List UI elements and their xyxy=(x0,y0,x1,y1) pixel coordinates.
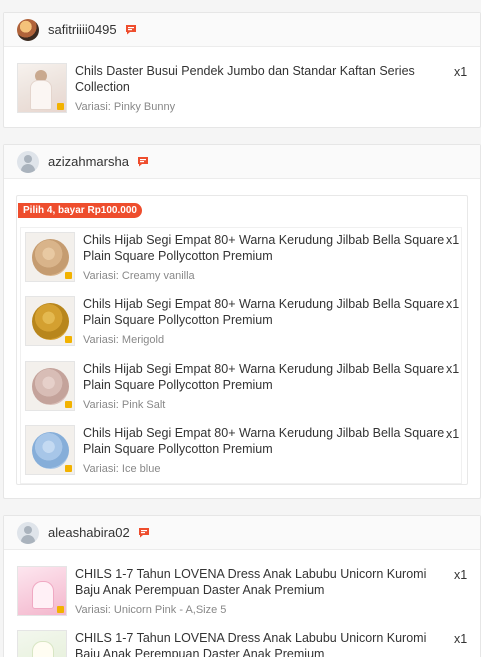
item-title[interactable]: CHILS 1-7 Tahun LOVENA Dress Anak Labubu… xyxy=(75,630,438,657)
order-item[interactable]: Chils Hijab Segi Empat 80+ Warna Kerudun… xyxy=(25,296,446,346)
item-info: Chils Hijab Segi Empat 80+ Warna Kerudun… xyxy=(83,232,446,282)
order-item[interactable]: Chils Daster Busui Pendek Jumbo dan Stan… xyxy=(17,63,438,113)
product-thumbnail[interactable] xyxy=(25,425,75,475)
item-info: Chils Daster Busui Pendek Jumbo dan Stan… xyxy=(75,63,438,113)
item-variant: Variasi: Ice blue xyxy=(83,463,161,475)
item-variant: Variasi: Creamy vanilla xyxy=(83,270,195,282)
avatar[interactable] xyxy=(17,521,39,544)
chat-icon[interactable] xyxy=(138,527,150,538)
avatar[interactable] xyxy=(17,150,39,173)
item-quantity: x1 xyxy=(454,568,468,582)
chat-icon[interactable] xyxy=(137,156,149,167)
item-info: Chils Hijab Segi Empat 80+ Warna Kerudun… xyxy=(83,296,446,346)
order-item[interactable]: Chils Hijab Segi Empat 80+ Warna Kerudun… xyxy=(25,361,446,411)
item-variant: Variasi: Pink Salt xyxy=(83,399,166,411)
item-info: Chils Hijab Segi Empat 80+ Warna Kerudun… xyxy=(83,425,446,475)
product-thumbnail[interactable] xyxy=(17,566,67,616)
order-item[interactable]: CHILS 1-7 Tahun LOVENA Dress Anak Labubu… xyxy=(17,566,438,616)
chat-icon[interactable] xyxy=(125,24,137,35)
item-title[interactable]: Chils Hijab Segi Empat 80+ Warna Kerudun… xyxy=(83,425,446,457)
order-item[interactable]: Chils Hijab Segi Empat 80+ Warna Kerudun… xyxy=(25,425,446,475)
item-variant: Variasi: Merigold xyxy=(83,334,165,346)
product-thumbnail[interactable] xyxy=(17,63,67,113)
username[interactable]: aleashabira02 xyxy=(48,525,130,540)
item-quantity: x1 xyxy=(446,297,460,311)
item-title[interactable]: CHILS 1-7 Tahun LOVENA Dress Anak Labubu… xyxy=(75,566,438,598)
item-quantity: x1 xyxy=(454,632,468,646)
username[interactable]: safitriiii0495 xyxy=(48,22,117,37)
username[interactable]: azizahmarsha xyxy=(48,154,129,169)
seller-header: safitriiii0495 xyxy=(4,13,480,47)
item-quantity: x1 xyxy=(454,65,468,79)
item-quantity: x1 xyxy=(446,362,460,376)
item-title[interactable]: Chils Hijab Segi Empat 80+ Warna Kerudun… xyxy=(83,232,446,264)
avatar[interactable] xyxy=(17,18,39,41)
order-item[interactable]: CHILS 1-7 Tahun LOVENA Dress Anak Labubu… xyxy=(17,630,438,657)
item-quantity: x1 xyxy=(446,233,460,247)
product-thumbnail[interactable] xyxy=(25,361,75,411)
item-variant: Variasi: Pinky Bunny xyxy=(75,101,176,113)
item-title[interactable]: Chils Hijab Segi Empat 80+ Warna Kerudun… xyxy=(83,361,446,393)
item-title[interactable]: Chils Hijab Segi Empat 80+ Warna Kerudun… xyxy=(83,296,446,328)
seller-header: azizahmarsha xyxy=(4,145,480,179)
order-item[interactable]: Chils Hijab Segi Empat 80+ Warna Kerudun… xyxy=(25,232,446,282)
item-info: CHILS 1-7 Tahun LOVENA Dress Anak Labubu… xyxy=(75,630,438,657)
item-info: CHILS 1-7 Tahun LOVENA Dress Anak Labubu… xyxy=(75,566,438,616)
item-variant: Variasi: Unicorn Pink - A,Size 5 xyxy=(75,604,227,616)
seller-header: aleashabira02 xyxy=(4,516,480,550)
product-thumbnail[interactable] xyxy=(25,232,75,282)
product-thumbnail[interactable] xyxy=(25,296,75,346)
item-info: Chils Hijab Segi Empat 80+ Warna Kerudun… xyxy=(83,361,446,411)
item-quantity: x1 xyxy=(446,427,460,441)
bundle-deal-badge[interactable]: Pilih 4, bayar Rp100.000 xyxy=(18,203,142,218)
item-title[interactable]: Chils Daster Busui Pendek Jumbo dan Stan… xyxy=(75,63,438,95)
product-thumbnail[interactable] xyxy=(17,630,67,657)
